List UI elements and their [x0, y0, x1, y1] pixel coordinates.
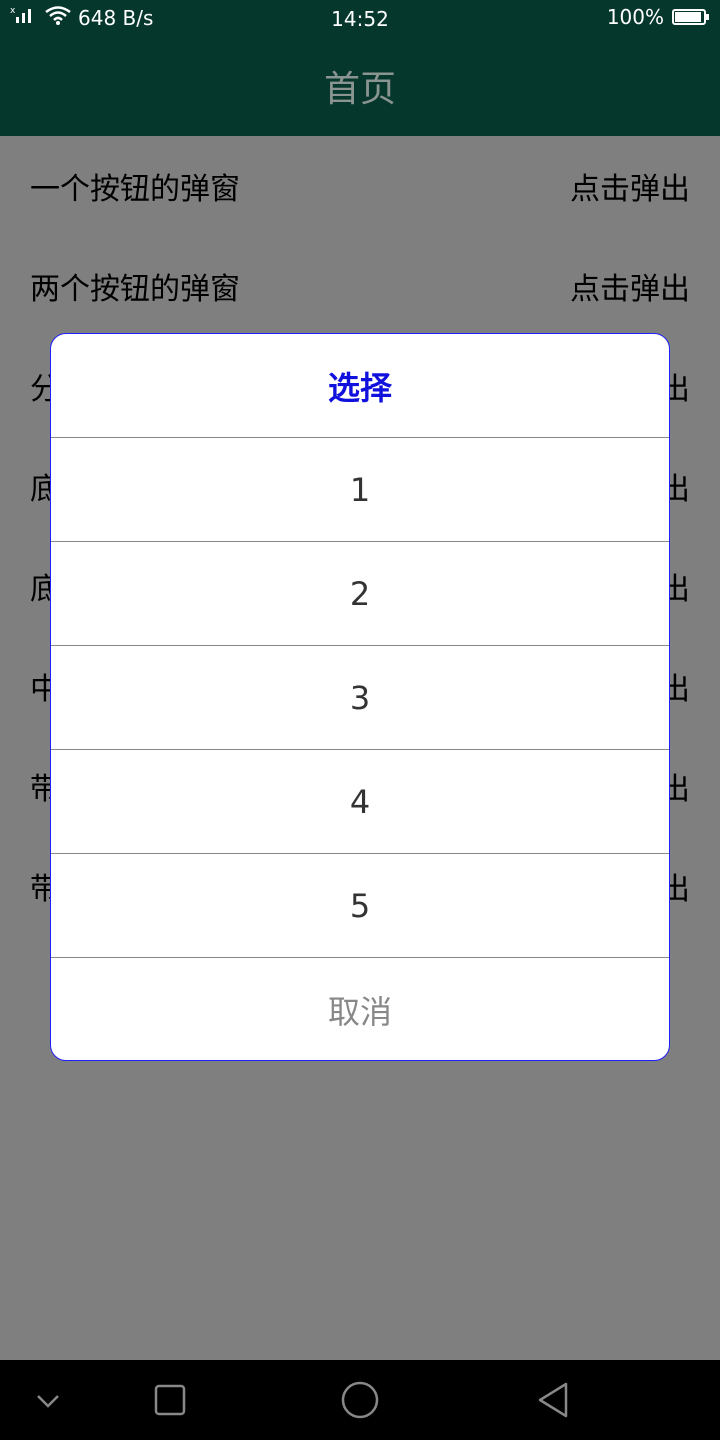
home-circle-icon[interactable]: [340, 1380, 380, 1420]
select-dialog: 选择 1 2 3 4 5 取消: [50, 333, 670, 1061]
system-nav-bar: [0, 1360, 720, 1440]
battery-percent: 100%: [606, 5, 664, 29]
chevron-down-icon[interactable]: [28, 1380, 68, 1420]
app-bar: 首页: [0, 36, 720, 136]
cancel-button[interactable]: 取消: [51, 958, 669, 1060]
dialog-option-4[interactable]: 4: [51, 750, 669, 854]
dialog-option-2[interactable]: 2: [51, 542, 669, 646]
page-title: 首页: [323, 69, 396, 110]
status-right: 100%: [606, 5, 709, 29]
back-triangle-icon[interactable]: [534, 1380, 574, 1420]
dialog-option-1[interactable]: 1: [51, 438, 669, 542]
battery-fill: [675, 12, 701, 22]
dialog-option-3[interactable]: 3: [51, 646, 669, 750]
dialog-title: 选择: [51, 334, 669, 438]
dialog-option-5[interactable]: 5: [51, 854, 669, 958]
battery-icon: [672, 9, 709, 25]
recents-square-icon[interactable]: [150, 1380, 190, 1420]
status-bar: x 648 B/s 14:52 100%: [0, 0, 720, 36]
